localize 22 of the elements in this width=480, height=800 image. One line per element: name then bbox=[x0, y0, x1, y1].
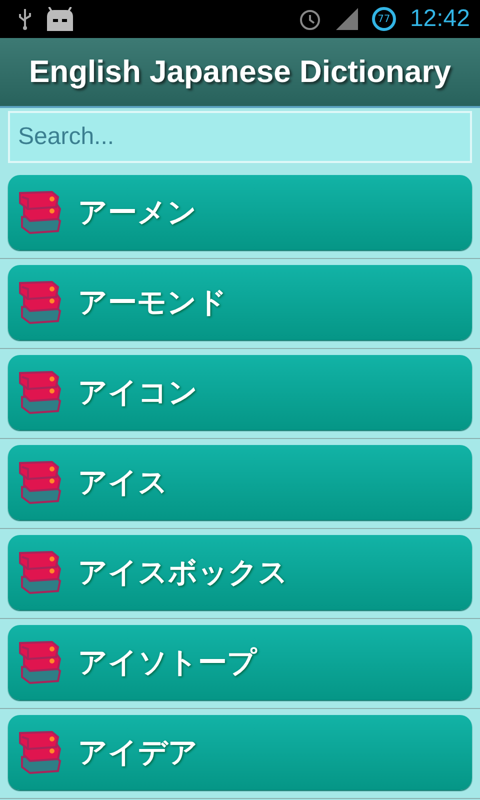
word-item[interactable]: アーモンド bbox=[8, 265, 472, 340]
books-icon bbox=[18, 550, 64, 594]
word-item[interactable]: アイソトープ bbox=[8, 625, 472, 700]
app-title: English Japanese Dictionary bbox=[28, 54, 452, 90]
books-icon bbox=[18, 640, 64, 684]
word-item[interactable]: アイス bbox=[8, 445, 472, 520]
robot-icon bbox=[46, 7, 74, 31]
battery-icon: 77 bbox=[372, 7, 396, 31]
word-item[interactable]: アーメン bbox=[8, 175, 472, 250]
search-field[interactable]: Search... bbox=[8, 111, 472, 163]
alarm-icon bbox=[298, 7, 322, 31]
clock-time: 12:42 bbox=[410, 5, 470, 33]
books-icon bbox=[18, 370, 64, 414]
books-icon bbox=[18, 460, 64, 504]
books-icon bbox=[18, 280, 64, 324]
books-icon bbox=[18, 190, 64, 234]
word-item[interactable]: アイデア bbox=[8, 715, 472, 790]
usb-icon bbox=[18, 7, 32, 31]
word-item[interactable]: アイコン bbox=[8, 355, 472, 430]
books-icon bbox=[18, 730, 64, 774]
signal-icon bbox=[336, 8, 358, 30]
word-item[interactable]: アイスボックス bbox=[8, 535, 472, 610]
